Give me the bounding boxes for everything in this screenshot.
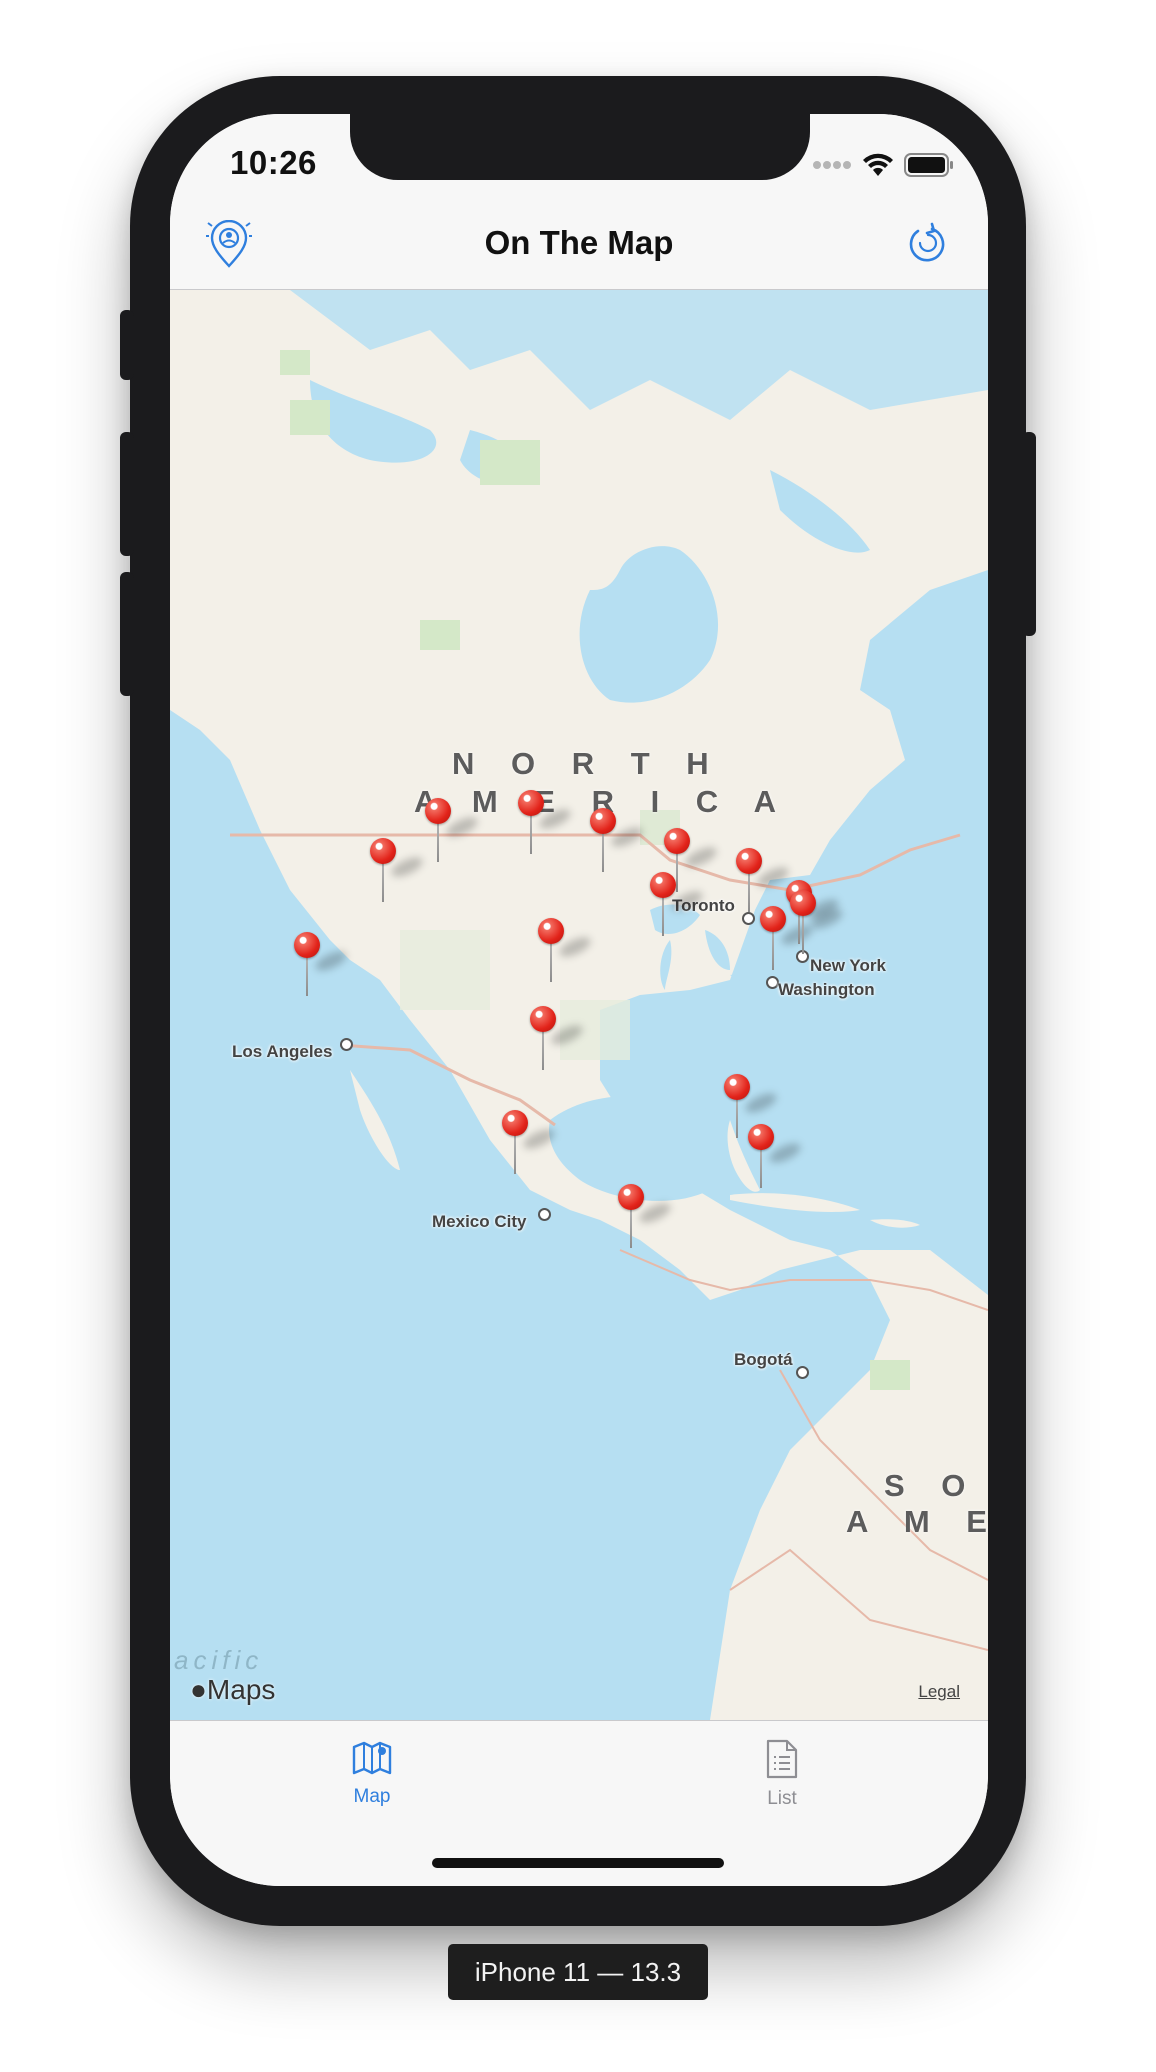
city-dot-toronto [742, 912, 755, 925]
wifi-icon [863, 153, 893, 176]
map-pin[interactable] [530, 1006, 586, 1070]
list-document-icon [766, 1739, 798, 1779]
city-label-washington: Washington [778, 980, 875, 999]
map-pin[interactable] [736, 848, 792, 912]
ocean-label: acific [174, 1645, 264, 1675]
maps-attribution-text: Maps [206, 1674, 276, 1705]
silent-switch [120, 310, 134, 380]
map-view[interactable]: N O R T H A M E R I C A S O U A M E R To… [170, 290, 988, 1720]
city-dot-mexico-city [538, 1208, 551, 1221]
status-time: 10:26 [230, 144, 317, 181]
volume-up-button [120, 432, 134, 556]
notch [350, 110, 810, 180]
tab-map-label: Map [353, 1786, 391, 1807]
battery-icon [904, 153, 953, 177]
legal-link[interactable]: Legal [918, 1682, 960, 1702]
page-title: On The Map [484, 224, 674, 261]
cellular-signal-icon [813, 161, 851, 169]
continent-label-america-south: A M E R [846, 1504, 988, 1539]
map-pin[interactable] [590, 808, 646, 872]
map-pin[interactable] [425, 798, 481, 862]
city-label-mexico-city: Mexico City [432, 1212, 527, 1231]
home-indicator[interactable] [432, 1858, 724, 1868]
map-pin[interactable] [294, 932, 350, 996]
continent-label-north: N O R T H [452, 746, 723, 781]
map-pin[interactable] [618, 1184, 674, 1248]
city-label-los-angeles: Los Angeles [232, 1042, 333, 1061]
city-dot-bogota [796, 1366, 809, 1379]
refresh-icon[interactable] [906, 222, 950, 266]
screen: 10:26 On The Map N O R T H A M E R I C A… [170, 114, 988, 1886]
map-pin[interactable] [760, 906, 816, 970]
tab-list-label: List [767, 1788, 797, 1809]
map-pin[interactable] [538, 918, 594, 982]
status-icons [812, 152, 954, 178]
volume-down-button [120, 572, 134, 696]
tab-list[interactable]: List [722, 1739, 842, 1810]
continent-label-south: S O U [884, 1468, 988, 1503]
map-pin[interactable] [370, 838, 426, 902]
map-pin[interactable] [790, 890, 846, 954]
power-button [1022, 432, 1036, 636]
map-pin[interactable] [518, 790, 574, 854]
tab-map[interactable]: Map [312, 1739, 432, 1808]
map-pin[interactable] [650, 872, 706, 936]
maps-attribution[interactable]: ●Maps [190, 1674, 275, 1706]
map-pin[interactable] [502, 1110, 558, 1174]
simulator-device-label: iPhone 11 — 13.3 [448, 1944, 708, 2000]
city-label-bogota: Bogotá [734, 1350, 793, 1369]
map-icon [352, 1741, 392, 1775]
map-pin[interactable] [748, 1124, 804, 1188]
city-dot-los-angeles [340, 1038, 353, 1051]
city-label-new-york: New York [810, 956, 886, 975]
apple-logo-icon: ● [190, 1674, 207, 1705]
